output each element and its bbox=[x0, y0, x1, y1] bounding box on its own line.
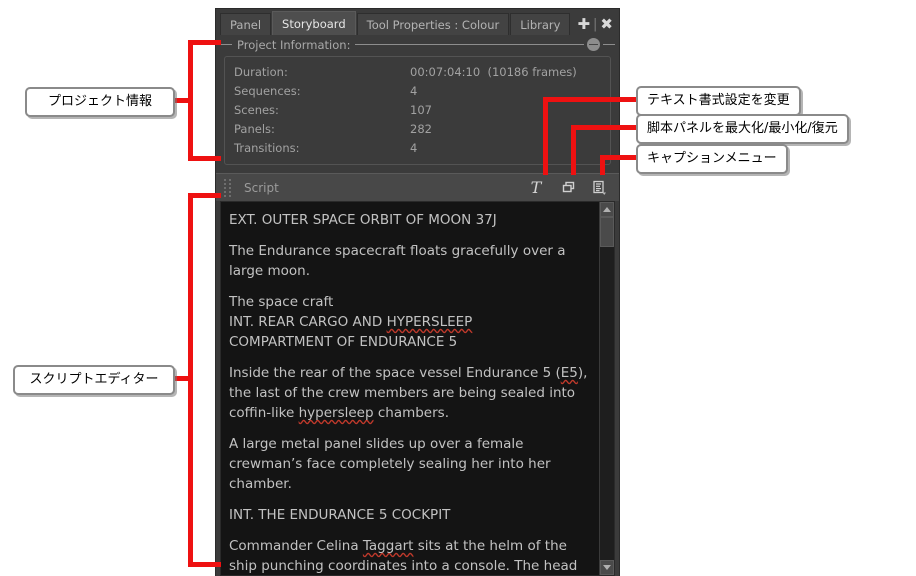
script-editor-scrollbar[interactable] bbox=[599, 202, 614, 575]
tab-tool-properties-colour[interactable]: Tool Properties : Colour bbox=[356, 13, 510, 35]
script-paragraph: The Endurance spacecraft floats graceful… bbox=[229, 243, 566, 279]
scrollbar-thumb[interactable] bbox=[600, 217, 614, 247]
row-value: 282 bbox=[410, 122, 432, 136]
row-label: Sequences: bbox=[234, 84, 301, 98]
spellcheck-word: Taggart bbox=[362, 538, 414, 554]
duration-value: 00:07:04:10 bbox=[410, 65, 481, 79]
divider: | bbox=[593, 16, 598, 32]
script-paragraph: EXT. OUTER SPACE ORBIT OF MOON 37J bbox=[229, 212, 497, 228]
row-label: Scenes: bbox=[234, 103, 279, 117]
script-toolbar: T bbox=[527, 178, 619, 197]
table-row: Panels: 282 bbox=[225, 120, 610, 139]
script-paragraph: INT. THE ENDURANCE 5 COCKPIT bbox=[229, 507, 451, 523]
script-editor-text[interactable]: EXT. OUTER SPACE ORBIT OF MOON 37J The E… bbox=[221, 202, 599, 575]
script-line: INT. REAR CARGO AND HYPERSLEEP bbox=[229, 312, 589, 332]
tab-library[interactable]: Library bbox=[510, 13, 571, 35]
row-label: Transitions: bbox=[234, 141, 300, 155]
script-text-run: Commander Celina bbox=[229, 538, 363, 554]
storyboard-application-panel: Panel Storyboard Tool Properties : Colou… bbox=[215, 8, 620, 576]
text-format-icon[interactable]: T bbox=[527, 178, 545, 197]
duration-frames: (10186 frames) bbox=[487, 65, 577, 79]
maximize-restore-icon[interactable] bbox=[559, 179, 577, 197]
section-label: Project Information: bbox=[237, 37, 351, 52]
table-row: Transitions: 4 bbox=[225, 139, 610, 158]
scrollbar-track[interactable] bbox=[600, 217, 614, 560]
spellcheck-word: hypersleep bbox=[298, 405, 374, 421]
script-text-run: chambers. bbox=[373, 405, 449, 421]
script-paragraph: The space craft INT. REAR CARGO AND HYPE… bbox=[229, 292, 589, 352]
annotation-line-script-editor-vertical bbox=[188, 193, 193, 567]
row-value: 4 bbox=[410, 84, 418, 98]
callout-project-information[interactable]: プロジェクト情報 bbox=[25, 87, 175, 117]
script-paragraph: Commander Celina Taggart sits at the hel… bbox=[229, 536, 589, 575]
script-line: The space craft bbox=[229, 294, 334, 310]
row-value: 107 bbox=[410, 103, 432, 117]
script-panel-title: Script bbox=[244, 180, 279, 195]
row-label: Duration: bbox=[234, 65, 288, 79]
plus-icon[interactable]: ✚ bbox=[575, 16, 592, 32]
scroll-down-arrow-icon[interactable] bbox=[600, 560, 614, 575]
script-text-run: Inside the rear of the space vessel Endu… bbox=[229, 365, 561, 381]
annotation-line-script-editor-stem bbox=[172, 376, 193, 381]
project-information-section-header: Project Information: bbox=[216, 35, 619, 54]
tab-panel[interactable]: Panel bbox=[220, 13, 272, 35]
annotation-line-project-info-stem bbox=[172, 98, 193, 103]
close-icon[interactable]: ✖ bbox=[598, 16, 615, 32]
row-label: Panels: bbox=[234, 122, 275, 136]
drag-grip-icon[interactable] bbox=[222, 178, 232, 197]
divider-line-left bbox=[220, 44, 232, 45]
script-paragraph: Inside the rear of the space vessel Endu… bbox=[229, 363, 589, 423]
table-row: Duration: 00:07:04:10 (10186 frames) bbox=[225, 63, 610, 82]
spellcheck-word: HYPERSLEEP bbox=[386, 314, 473, 330]
tab-bar: Panel Storyboard Tool Properties : Colou… bbox=[216, 9, 619, 35]
table-row: Sequences: 4 bbox=[225, 82, 610, 101]
spellcheck-word: E5 bbox=[560, 365, 578, 381]
tab-storyboard[interactable]: Storyboard bbox=[272, 11, 356, 35]
project-information-table: Duration: 00:07:04:10 (10186 frames) Seq… bbox=[224, 56, 611, 165]
callout-script-editor[interactable]: スクリプトエディター bbox=[13, 365, 175, 395]
row-value: 00:07:04:10 (10186 frames) bbox=[410, 63, 610, 82]
divider-line-right bbox=[355, 44, 584, 45]
table-row: Scenes: 107 bbox=[225, 101, 610, 120]
divider-line-end bbox=[603, 44, 615, 45]
script-line: COMPARTMENT OF ENDURANCE 5 bbox=[229, 334, 458, 350]
script-editor[interactable]: EXT. OUTER SPACE ORBIT OF MOON 37J The E… bbox=[220, 201, 615, 576]
row-value: 4 bbox=[410, 141, 418, 155]
tab-bar-controls: ✚ | ✖ bbox=[575, 13, 615, 35]
scroll-up-arrow-icon[interactable] bbox=[600, 202, 614, 217]
collapse-circle-icon[interactable] bbox=[587, 38, 600, 51]
script-text-run: INT. REAR CARGO AND bbox=[229, 314, 387, 330]
callout-caption-menu[interactable]: キャプションメニュー bbox=[636, 144, 788, 174]
script-paragraph: A large metal panel slides up over a fem… bbox=[229, 436, 551, 492]
callout-maximize-script-panel[interactable]: 脚本パネルを最大化/最小化/復元 bbox=[636, 114, 849, 144]
callout-change-text-format[interactable]: テキスト書式設定を変更 bbox=[636, 86, 801, 116]
annotation-line-project-info-vertical bbox=[188, 40, 193, 161]
script-panel-title-bar: Script T bbox=[216, 173, 619, 201]
caption-menu-icon[interactable] bbox=[591, 179, 609, 197]
